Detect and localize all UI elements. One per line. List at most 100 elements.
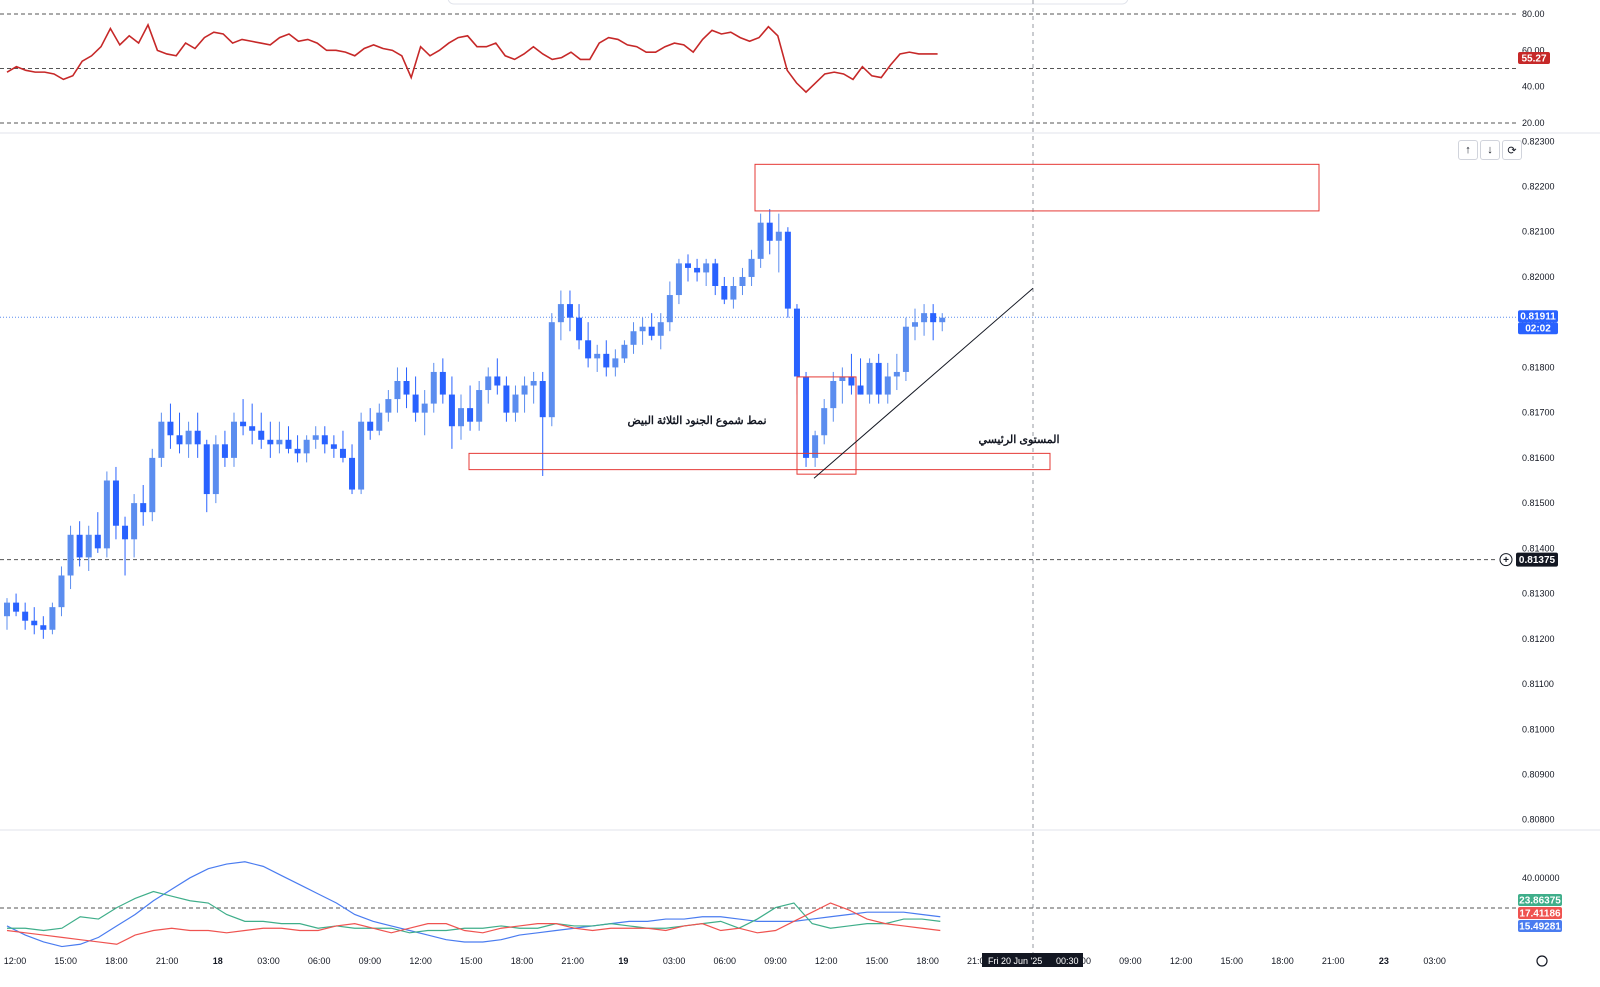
candle-body[interactable] bbox=[721, 286, 728, 300]
candle-body[interactable] bbox=[294, 448, 301, 454]
candle-body[interactable] bbox=[439, 371, 446, 395]
candle-body[interactable] bbox=[812, 435, 819, 458]
candle-body[interactable] bbox=[267, 439, 274, 445]
candle-body[interactable] bbox=[394, 380, 401, 400]
key-level-rectangle[interactable] bbox=[468, 452, 1051, 471]
candle-body[interactable] bbox=[594, 353, 601, 359]
candle-body[interactable] bbox=[240, 421, 247, 427]
candle-body[interactable] bbox=[857, 385, 864, 395]
candle-body[interactable] bbox=[85, 534, 92, 558]
candle-body[interactable] bbox=[694, 267, 701, 273]
candle-body[interactable] bbox=[557, 304, 564, 323]
candle-body[interactable] bbox=[548, 322, 555, 418]
candle-body[interactable] bbox=[630, 331, 637, 345]
candle-body[interactable] bbox=[666, 295, 673, 323]
candle-body[interactable] bbox=[467, 408, 474, 422]
candle-body[interactable] bbox=[639, 326, 646, 332]
candle-body[interactable] bbox=[203, 444, 210, 495]
candle-body[interactable] bbox=[13, 602, 20, 612]
candle-body[interactable] bbox=[730, 286, 737, 300]
candle-body[interactable] bbox=[657, 322, 664, 336]
candle-body[interactable] bbox=[94, 534, 101, 549]
candle-body[interactable] bbox=[412, 394, 419, 413]
candle-body[interactable] bbox=[566, 304, 573, 318]
candle-body[interactable] bbox=[893, 371, 900, 377]
candle-body[interactable] bbox=[775, 231, 782, 241]
candle-body[interactable] bbox=[621, 344, 628, 359]
candle-body[interactable] bbox=[67, 534, 74, 576]
candle-body[interactable] bbox=[875, 362, 882, 395]
candle-body[interactable] bbox=[485, 376, 492, 391]
candle-body[interactable] bbox=[376, 412, 383, 431]
candle-body[interactable] bbox=[748, 258, 755, 277]
scroll-up-button[interactable]: ↑ bbox=[1458, 140, 1478, 160]
supply-zone-rectangle[interactable] bbox=[754, 163, 1320, 212]
candle-body[interactable] bbox=[403, 380, 410, 395]
candle-body[interactable] bbox=[821, 408, 828, 436]
candle-body[interactable] bbox=[476, 390, 483, 422]
candle-body[interactable] bbox=[830, 380, 837, 409]
candle-body[interactable] bbox=[194, 430, 201, 445]
candle-body[interactable] bbox=[167, 421, 174, 436]
candle-body[interactable] bbox=[40, 625, 47, 630]
candle-body[interactable] bbox=[285, 439, 292, 449]
candle-body[interactable] bbox=[185, 430, 192, 445]
candle-body[interactable] bbox=[22, 611, 29, 621]
candle-body[interactable] bbox=[112, 480, 119, 526]
candle-body[interactable] bbox=[131, 503, 138, 540]
candle-body[interactable] bbox=[421, 403, 428, 413]
candle-body[interactable] bbox=[312, 435, 319, 440]
candle-body[interactable] bbox=[330, 444, 337, 449]
candle-body[interactable] bbox=[221, 444, 228, 458]
settings-gear-icon[interactable] bbox=[1536, 955, 1548, 967]
candle-body[interactable] bbox=[49, 607, 56, 630]
candle-body[interactable] bbox=[258, 430, 265, 440]
candle-body[interactable] bbox=[512, 394, 519, 413]
candle-body[interactable] bbox=[448, 394, 455, 427]
candle-body[interactable] bbox=[321, 435, 328, 445]
candle-body[interactable] bbox=[430, 371, 437, 404]
candle-body[interactable] bbox=[675, 263, 682, 296]
candle-body[interactable] bbox=[530, 380, 537, 386]
candle-body[interactable] bbox=[158, 421, 165, 458]
candle-body[interactable] bbox=[803, 376, 810, 458]
candle-body[interactable] bbox=[140, 503, 147, 513]
candle-body[interactable] bbox=[685, 263, 691, 268]
candle-body[interactable] bbox=[739, 276, 746, 287]
candle-body[interactable] bbox=[902, 326, 909, 372]
candle-body[interactable] bbox=[648, 326, 655, 336]
reset-scale-button[interactable]: ⟳ bbox=[1502, 140, 1522, 160]
candle-body[interactable] bbox=[712, 263, 719, 287]
candle-body[interactable] bbox=[848, 376, 855, 386]
candle-body[interactable] bbox=[58, 575, 65, 608]
chart-canvas[interactable]: 80.0060.0040.0020.0055.270.823000.822000… bbox=[0, 0, 1600, 987]
candle-body[interactable] bbox=[4, 602, 10, 617]
candle-body[interactable] bbox=[367, 421, 374, 431]
candle-body[interactable] bbox=[103, 480, 110, 549]
candle-body[interactable] bbox=[703, 263, 710, 273]
candle-body[interactable] bbox=[784, 231, 791, 309]
candle-body[interactable] bbox=[494, 376, 501, 386]
candle-body[interactable] bbox=[212, 444, 219, 495]
candle-body[interactable] bbox=[757, 222, 764, 259]
scroll-down-button[interactable]: ↓ bbox=[1480, 140, 1500, 160]
candle-body[interactable] bbox=[921, 313, 928, 323]
candle-body[interactable] bbox=[576, 317, 583, 341]
candle-body[interactable] bbox=[503, 385, 510, 413]
candle-body[interactable] bbox=[276, 439, 283, 445]
candle-body[interactable] bbox=[385, 399, 392, 413]
candle-body[interactable] bbox=[76, 534, 83, 558]
candle-body[interactable] bbox=[766, 222, 773, 241]
candle-body[interactable] bbox=[31, 620, 38, 626]
candle-body[interactable] bbox=[585, 340, 592, 359]
candle-body[interactable] bbox=[249, 426, 256, 431]
candle-body[interactable] bbox=[122, 525, 129, 540]
candle-body[interactable] bbox=[866, 362, 873, 395]
candle-body[interactable] bbox=[793, 308, 800, 377]
candle-body[interactable] bbox=[349, 457, 356, 490]
candle-body[interactable] bbox=[358, 421, 365, 490]
candle-body[interactable] bbox=[176, 435, 183, 445]
candle-body[interactable] bbox=[930, 313, 937, 323]
candle-body[interactable] bbox=[521, 385, 528, 395]
candle-body[interactable] bbox=[539, 380, 546, 418]
